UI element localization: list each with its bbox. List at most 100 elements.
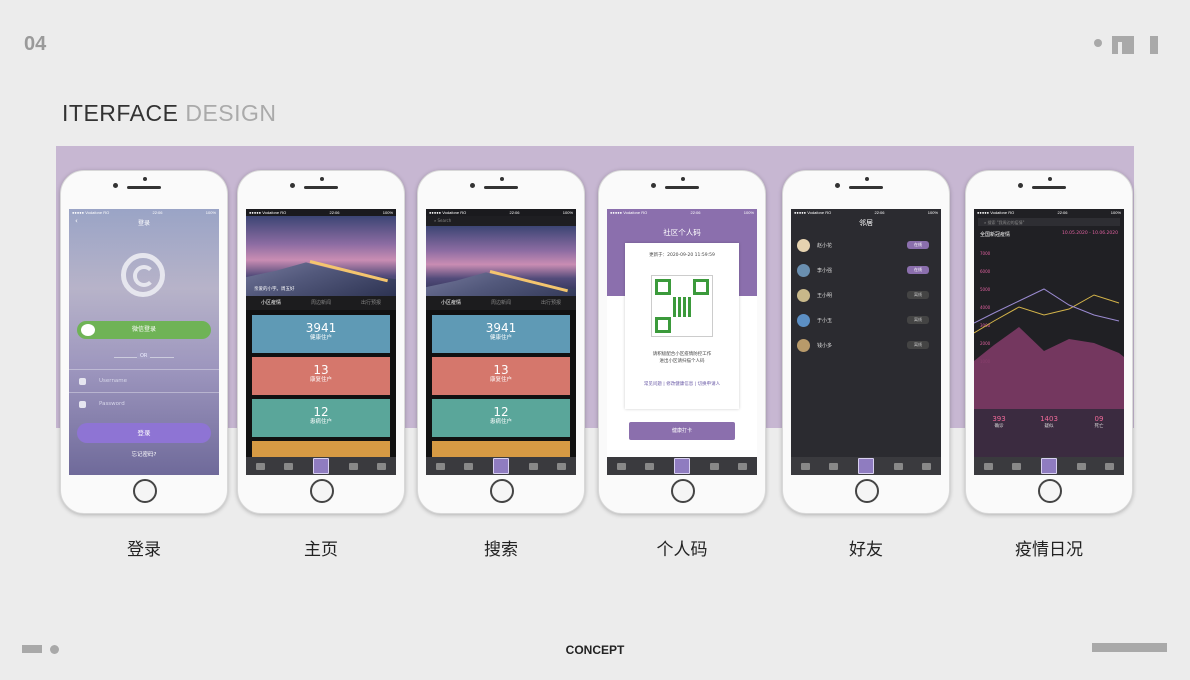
people-icon[interactable] xyxy=(377,462,387,470)
tab-travel[interactable]: 出行预报 xyxy=(541,296,561,310)
home-button[interactable] xyxy=(133,479,157,503)
kpi-label: 死亡 xyxy=(1094,424,1104,429)
home-icon[interactable] xyxy=(255,462,265,470)
home-button[interactable] xyxy=(1038,479,1062,503)
phone-friends: ●●●●● Vodafone RO 22:06 100% 邻居 赵小花 在线 李小强在… xyxy=(782,170,950,514)
kpi-label: 疑似 xyxy=(1044,424,1054,429)
chart-icon[interactable] xyxy=(528,462,538,470)
people-icon[interactable] xyxy=(922,462,932,470)
eye-icon[interactable] xyxy=(284,462,294,470)
stat-sick[interactable]: 12 患病住户 xyxy=(252,399,390,437)
eye-icon[interactable] xyxy=(829,462,839,470)
wechat-login-button[interactable]: 微信登录 xyxy=(77,321,211,339)
home-button[interactable] xyxy=(855,479,879,503)
battery-label: 100% xyxy=(382,210,393,215)
y-tick: 6000 xyxy=(980,269,991,274)
tab-news[interactable]: 周边新闻 xyxy=(491,296,511,310)
friends-screen: ●●●●● Vodafone RO 22:06 100% 邻居 赵小花 在线 李小强在… xyxy=(791,209,941,475)
status-badge: 离线 xyxy=(907,341,929,349)
home-button[interactable] xyxy=(490,479,514,503)
battery-label: 100% xyxy=(743,210,754,215)
tab-community[interactable]: 小区疫情 xyxy=(441,296,461,310)
hero-image: 亲爱的小宇。周五好 xyxy=(246,216,396,296)
tab-travel[interactable]: 出行预报 xyxy=(361,296,381,310)
qr-code-icon[interactable] xyxy=(857,458,874,474)
status-badge: 离线 xyxy=(907,291,929,299)
code-screen: ●●●●● Vodafone RO 22:06 100% 社区个人码 更新于：202… xyxy=(607,209,757,475)
chart-icon[interactable] xyxy=(893,462,903,470)
friend-row[interactable]: 王小明 离线 xyxy=(797,287,935,305)
code-description: 请积极配合小区疫情防控工作 进出小区请扫描个人码 xyxy=(625,351,739,365)
stat-value: 13 xyxy=(493,363,509,377)
chart-icon[interactable] xyxy=(709,462,719,470)
battery-label: 100% xyxy=(205,210,216,215)
search-input[interactable]: ⌕ Search xyxy=(426,216,576,226)
desc-line-1: 请积极配合小区疫情防控工作 xyxy=(652,352,712,357)
chart-icon[interactable] xyxy=(1076,462,1086,470)
y-tick: 4000 xyxy=(980,305,991,310)
friends-title: 邻居 xyxy=(859,219,873,227)
code-card: 更新于：2020-09-20 11:59:59 请积极配合小区疫情防控工作 进出小… xyxy=(625,243,739,409)
qr-code-icon[interactable] xyxy=(492,458,509,474)
avatar xyxy=(797,314,810,327)
code-links[interactable]: 常见问题 | 修改健康信息 | 切换申请人 xyxy=(625,381,739,387)
eye-icon[interactable] xyxy=(645,462,655,470)
stat-recovered[interactable]: 13 康复住户 xyxy=(432,357,570,395)
carrier-label: ●●●●● Vodafone RO xyxy=(429,210,467,215)
people-icon[interactable] xyxy=(738,462,748,470)
chart-icon[interactable] xyxy=(348,462,358,470)
footer-label: CONCEPT xyxy=(565,643,625,657)
home-icon[interactable] xyxy=(983,462,993,470)
phone-search: ●●●●● Vodafone RO 22:06 100% ⌕ Search 小区疫情… xyxy=(417,170,585,514)
people-icon[interactable] xyxy=(1105,462,1115,470)
friend-row[interactable]: 李小强 在线 xyxy=(797,262,935,280)
stat-healthy[interactable]: 3941 健康住户 xyxy=(252,315,390,353)
search-placeholder: Search xyxy=(437,218,452,223)
forgot-password-link[interactable]: 忘记密码? xyxy=(69,450,219,458)
friend-name: 于小玉 xyxy=(817,318,833,324)
friend-row[interactable]: 赵小花 在线 xyxy=(797,237,935,255)
time-label: 22:06 xyxy=(1057,210,1068,215)
friend-row[interactable]: 于小玉 离线 xyxy=(797,312,935,330)
qr-code-icon[interactable] xyxy=(312,458,329,474)
qr-code-icon[interactable] xyxy=(673,458,690,474)
stat-healthy[interactable]: 3941 健康住户 xyxy=(432,315,570,353)
people-icon[interactable] xyxy=(557,462,567,470)
epidemic-screen: ●●●●● Vodafone RO 22:06 100% ⌕ 搜索 "我周边的疫情"… xyxy=(974,209,1124,475)
caption-code: 个人码 xyxy=(656,540,708,560)
qr-code-icon[interactable] xyxy=(1040,458,1057,474)
stat-value: 12 xyxy=(313,405,329,419)
search-input[interactable]: ⌕ 搜索 "我周边的疫情" xyxy=(978,218,1120,226)
login-button[interactable]: 登录 xyxy=(77,423,211,443)
stat-label: 患病住户 xyxy=(309,419,332,425)
friend-row[interactable]: 钱小多 离线 xyxy=(797,337,935,355)
kpi-deaths: 09 死亡 xyxy=(1074,409,1124,457)
corner-decoration xyxy=(1094,36,1164,54)
home-icon[interactable] xyxy=(435,462,445,470)
phone-home: ●●●●● Vodafone RO 22:06 100% 亲爱的小宇。周五好 小区疫… xyxy=(237,170,405,514)
home-icon[interactable] xyxy=(800,462,810,470)
kpi-value: 393 xyxy=(992,415,1006,423)
username-placeholder: Username xyxy=(99,378,128,384)
stat-recovered[interactable]: 13 康复住户 xyxy=(252,357,390,395)
tab-bar xyxy=(791,457,941,475)
eye-icon[interactable] xyxy=(464,462,474,470)
status-badge: 在线 xyxy=(907,266,929,274)
home-button[interactable] xyxy=(671,479,695,503)
search-screen: ●●●●● Vodafone RO 22:06 100% ⌕ Search 小区疫情… xyxy=(426,209,576,475)
updated-time: 更新于：2020-09-20 11:59:59 xyxy=(649,253,715,258)
home-icon[interactable] xyxy=(616,462,626,470)
eye-icon[interactable] xyxy=(1012,462,1022,470)
tab-community[interactable]: 小区疫情 xyxy=(261,296,281,310)
avatar xyxy=(797,264,810,277)
status-badge: 在线 xyxy=(907,241,929,249)
tab-news[interactable]: 周边新闻 xyxy=(311,296,331,310)
wechat-icon xyxy=(81,324,95,336)
home-button[interactable] xyxy=(310,479,334,503)
qr-code[interactable] xyxy=(651,275,713,337)
stat-sick[interactable]: 12 患病住户 xyxy=(432,399,570,437)
health-checkin-button[interactable]: 健康打卡 xyxy=(629,422,735,440)
password-field[interactable]: Password xyxy=(69,392,219,414)
area-series xyxy=(974,327,1124,409)
username-field[interactable]: Username xyxy=(69,369,219,391)
